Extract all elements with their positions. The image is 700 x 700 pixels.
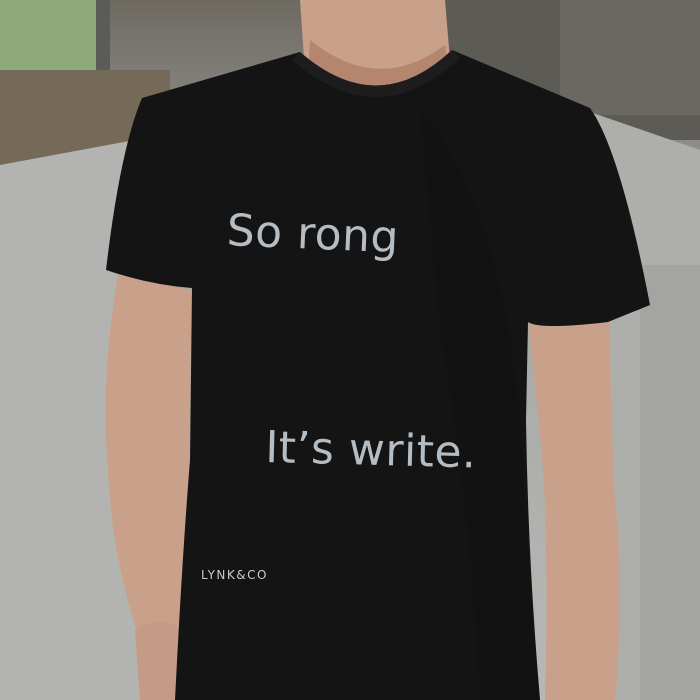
concrete-panel-right	[640, 265, 700, 700]
tshirt-print-line-1: So rong	[225, 205, 401, 264]
brand-logo: LYNK&CO	[201, 568, 268, 582]
window-frame	[96, 0, 110, 80]
right-arm	[528, 320, 620, 700]
background-wall-mid	[560, 0, 700, 115]
tshirt-print-line-2: It’s write.	[264, 422, 478, 479]
photo-illustration	[0, 0, 700, 700]
photo-scene: So rong It’s write. LYNK&CO	[0, 0, 700, 700]
window	[0, 0, 105, 78]
